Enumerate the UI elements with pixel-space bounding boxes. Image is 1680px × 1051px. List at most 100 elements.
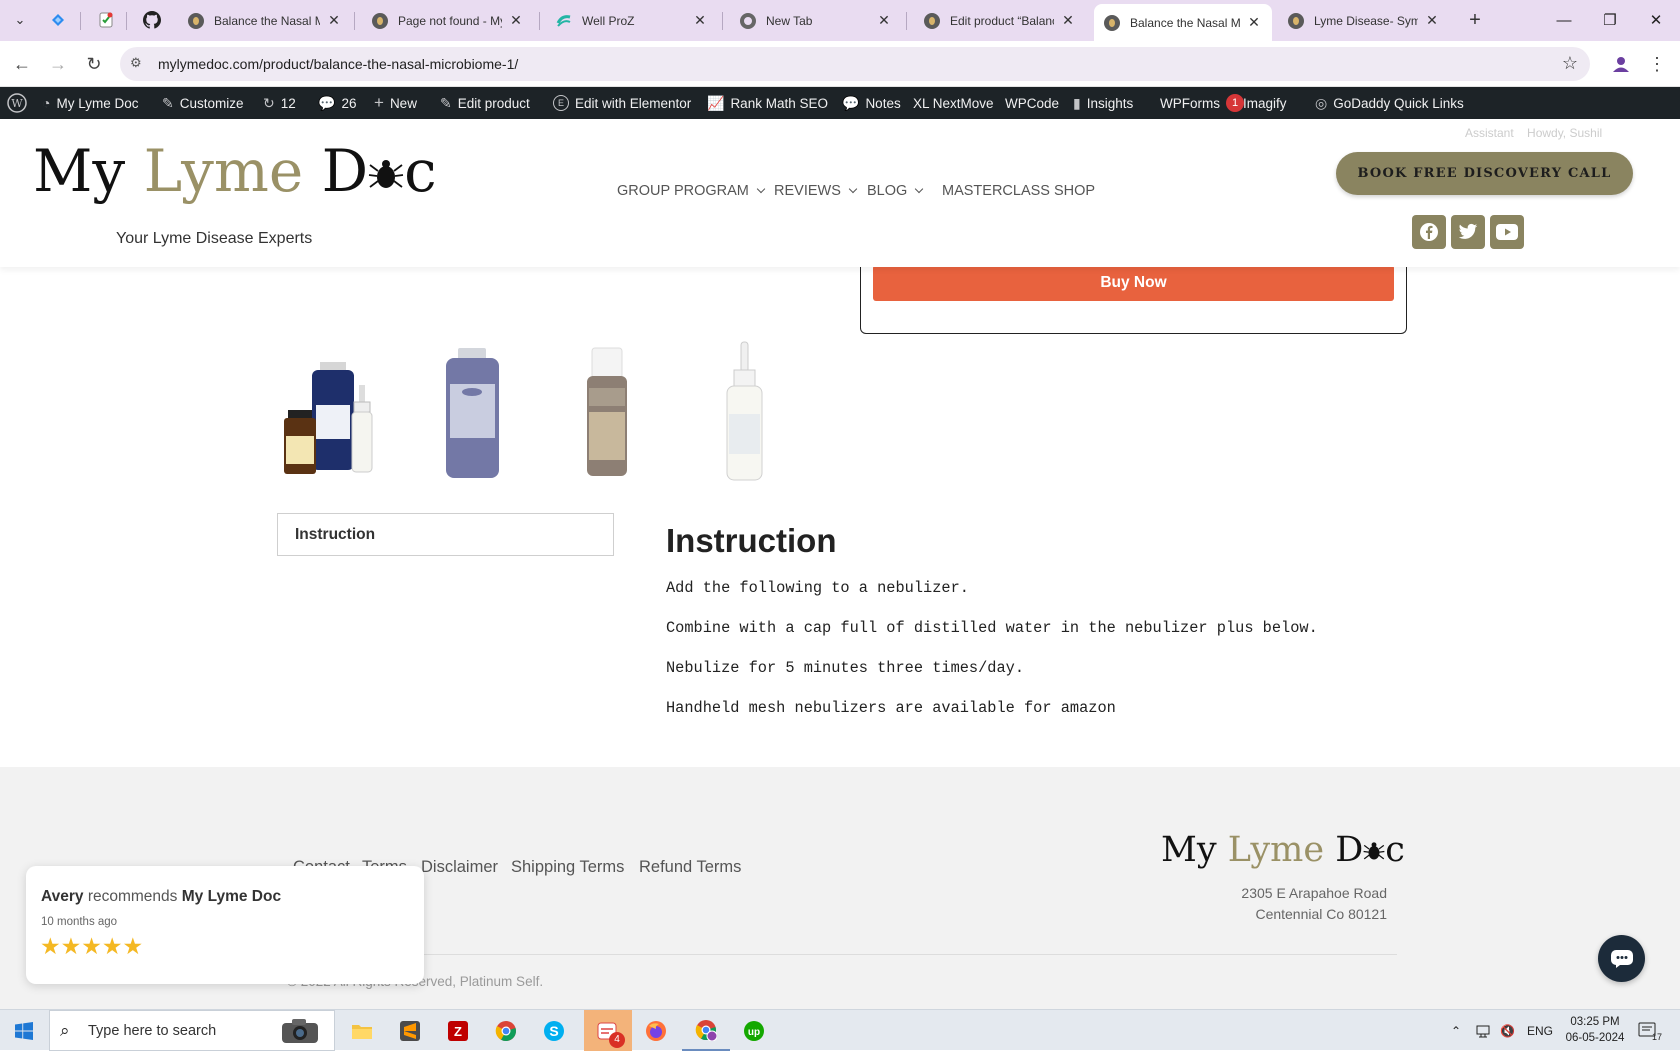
tab-balance-nasal-1[interactable]: Balance the Nasal Mi ✕: [178, 6, 352, 35]
admin-wpcode[interactable]: WPCode: [1005, 87, 1059, 119]
volume-muted-icon[interactable]: 🔇: [1500, 1010, 1515, 1051]
taskbar-skype[interactable]: S: [530, 1010, 578, 1051]
wp-admin-bar: W ◔ My Lyme Doc ✎ Customize ↻ 12 💬 26 + New ✎…: [0, 87, 1680, 119]
admin-site-name[interactable]: ◔ My Lyme Doc: [42, 87, 138, 119]
footer-logo[interactable]: My Lyme Dc: [1161, 830, 1405, 870]
minimize-button[interactable]: —: [1541, 0, 1587, 40]
taskbar-chrome-profile[interactable]: [682, 1010, 730, 1051]
chat-button[interactable]: [1598, 935, 1645, 982]
admin-edit-product[interactable]: ✎ Edit product: [440, 87, 530, 119]
admin-new[interactable]: + New: [374, 87, 417, 119]
taskbar-firefox[interactable]: [632, 1010, 680, 1051]
notes-icon: 💬: [842, 94, 860, 111]
tab-search-icon[interactable]: ⌄: [8, 8, 32, 32]
back-button[interactable]: ←: [8, 50, 36, 78]
tab-edit-product[interactable]: Edit product “Balance ✕: [914, 6, 1086, 35]
admin-insights[interactable]: ▮ Insights: [1073, 87, 1133, 119]
wordpress-logo-icon[interactable]: W: [7, 87, 27, 119]
footer-address-line2: Centennial Co 80121: [1255, 906, 1387, 922]
instruction-line: Handheld mesh nebulizers are available f…: [666, 699, 1116, 717]
start-button[interactable]: [0, 1010, 48, 1051]
taskbar-clock[interactable]: 03:25 PM 06-05-2024: [1560, 1014, 1630, 1046]
review-time: 10 months ago: [41, 916, 118, 928]
admin-xl-nextmove[interactable]: XL NextMove: [913, 87, 994, 119]
forward-button[interactable]: →: [44, 50, 72, 78]
restore-button[interactable]: ❐: [1587, 0, 1633, 40]
admin-elementor[interactable]: E Edit with Elementor: [553, 87, 691, 119]
footer-link-shipping[interactable]: Shipping Terms: [511, 858, 624, 877]
close-tab-icon[interactable]: ✕: [1060, 12, 1076, 29]
tab-lyme-disease[interactable]: Lyme Disease- Sympt ✕: [1278, 6, 1450, 35]
buy-now-button[interactable]: Buy Now: [873, 265, 1394, 301]
taskbar-upwork[interactable]: up: [730, 1010, 778, 1051]
tray-show-hidden-icon[interactable]: ⌃: [1451, 1010, 1461, 1051]
pinned-tab-github[interactable]: [138, 8, 166, 32]
footer-link-disclaimer[interactable]: Disclaimer: [421, 858, 498, 877]
camera-decor-icon: [280, 1017, 320, 1050]
nav-group-program[interactable]: GROUP PROGRAM: [617, 183, 766, 199]
admin-updates[interactable]: ↻ 12: [263, 87, 296, 119]
close-tab-icon[interactable]: ✕: [692, 12, 708, 29]
top-right-user-links[interactable]: Assistant Howdy, Sushil: [1465, 126, 1602, 140]
tick-logo-icon: [369, 160, 404, 188]
tab-well-proz[interactable]: Well ProZ ✕: [546, 6, 718, 35]
admin-rank-math[interactable]: 📈 Rank Math SEO: [707, 87, 828, 119]
product-thumbnail-bundle[interactable]: [280, 340, 385, 485]
site-logo[interactable]: My Lyme Dc: [33, 139, 437, 203]
product-thumbnail-colloidal-silver[interactable]: [440, 340, 505, 485]
taskbar-filezilla[interactable]: Z: [434, 1010, 482, 1051]
twitter-link[interactable]: [1451, 215, 1485, 249]
omnibox[interactable]: ⚙ mylymedoc.com/product/balance-the-nasa…: [120, 47, 1590, 81]
product-thumbnail-thyme-oil[interactable]: [582, 340, 632, 485]
taskbar-sublime[interactable]: [386, 1010, 434, 1051]
taskbar-notes-app[interactable]: 4: [584, 1010, 632, 1051]
nav-blog[interactable]: BLOG: [867, 183, 924, 199]
network-icon[interactable]: [1476, 1010, 1492, 1051]
reload-button[interactable]: ↻: [80, 50, 108, 78]
profile-icon: [1613, 57, 1629, 72]
rank-math-icon: 📈: [707, 94, 725, 111]
taskbar-file-explorer[interactable]: [338, 1010, 386, 1051]
admin-godaddy[interactable]: ◎ GoDaddy Quick Links: [1315, 87, 1464, 119]
browser-menu-icon[interactable]: ⋮: [1643, 50, 1671, 78]
nav-masterclass[interactable]: MASTERCLASS: [942, 183, 1050, 199]
nav-reviews[interactable]: REVIEWS: [774, 183, 858, 199]
book-discovery-call-button[interactable]: BOOK FREE DISCOVERY CALL: [1336, 152, 1633, 195]
bookmark-star-icon[interactable]: ☆: [1562, 53, 1578, 74]
notification-center[interactable]: 17: [1638, 1010, 1662, 1051]
tab-instruction[interactable]: Instruction: [277, 513, 614, 556]
youtube-link[interactable]: [1490, 215, 1524, 249]
review-widget[interactable]: Avery recommends My Lyme Doc 10 months a…: [26, 866, 424, 984]
svg-text:S: S: [549, 1023, 558, 1039]
profile-avatar[interactable]: [1607, 50, 1635, 78]
comments-icon: 💬: [318, 94, 336, 111]
close-tab-icon[interactable]: ✕: [1246, 14, 1262, 31]
product-bundle-image: [284, 362, 373, 474]
close-tab-icon[interactable]: ✕: [876, 12, 892, 29]
facebook-link[interactable]: [1412, 215, 1446, 249]
new-tab-button[interactable]: +: [1463, 8, 1487, 32]
product-thumbnail-nasal-spray[interactable]: [722, 340, 767, 485]
tab-balance-nasal-active[interactable]: Balance the Nasal Mi ✕: [1094, 4, 1272, 41]
admin-imagify[interactable]: Imagify: [1243, 87, 1287, 119]
pinned-tab-2[interactable]: [92, 8, 120, 32]
tab-page-not-found[interactable]: Page not found - My ✕: [362, 6, 534, 35]
site-info-icon[interactable]: ⚙: [130, 55, 142, 71]
pinned-tab-1[interactable]: [44, 8, 72, 32]
admin-notes[interactable]: 💬 Notes: [842, 87, 901, 119]
footer-link-refund[interactable]: Refund Terms: [639, 858, 741, 877]
tab-new-tab[interactable]: New Tab ✕: [730, 6, 902, 35]
star-rating: ★★★★★: [40, 933, 144, 959]
taskbar-search[interactable]: ⌕ Type here to search: [49, 1010, 335, 1051]
close-tab-icon[interactable]: ✕: [1424, 12, 1440, 29]
admin-comments[interactable]: 💬 26: [318, 87, 356, 119]
language-indicator[interactable]: ENG: [1527, 1010, 1553, 1051]
nav-shop[interactable]: SHOP: [1054, 183, 1095, 199]
close-tab-icon[interactable]: ✕: [326, 12, 342, 29]
url-text[interactable]: mylymedoc.com/product/balance-the-nasal-…: [158, 56, 518, 72]
taskbar-chrome[interactable]: [482, 1010, 530, 1051]
admin-wpforms[interactable]: WPForms 1: [1160, 87, 1244, 119]
close-window-button[interactable]: ✕: [1633, 0, 1679, 40]
close-tab-icon[interactable]: ✕: [508, 12, 524, 29]
admin-customize[interactable]: ✎ Customize: [162, 87, 244, 119]
